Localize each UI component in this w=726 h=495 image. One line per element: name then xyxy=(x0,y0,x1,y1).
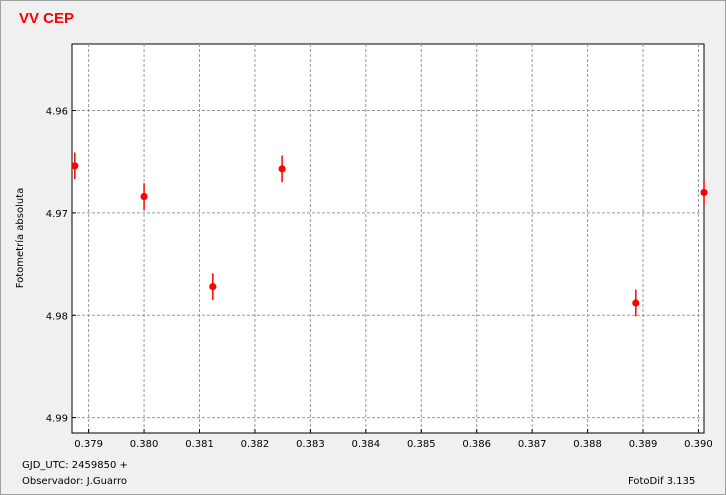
data-point xyxy=(632,299,640,307)
gjd-label: GJD_UTC: 2459850 + xyxy=(22,460,128,471)
x-axis-ticks: 0.379 0.380 0.381 0.382 0.383 0.384 0.385 0.386… xyxy=(74,439,712,450)
plot-area xyxy=(71,43,705,434)
data-point xyxy=(71,162,79,170)
x-tick-label: 0.388 xyxy=(573,439,602,450)
y-tick-label: 4.96 xyxy=(46,107,68,118)
y-tick-label: 4.99 xyxy=(46,414,68,425)
chart-window: VV CEP 4.96 4.97 4.98 4.99 0.379 0.380 0.381 0… xyxy=(0,0,726,495)
data-point xyxy=(140,192,148,201)
x-tick-label: 0.382 xyxy=(241,439,270,450)
x-tick-label: 0.383 xyxy=(296,439,325,450)
y-axis-label: Fotometría absoluta xyxy=(14,188,26,289)
x-tick-label: 0.380 xyxy=(130,439,159,450)
chart-canvas: 4.964.974.984.99 0.379 0.380 0.381 0.382 0.3… xyxy=(14,43,713,450)
x-tick-label: 0.379 xyxy=(74,439,103,450)
y-tick-label: 4.98 xyxy=(46,311,68,322)
x-tick-label: 0.381 xyxy=(185,439,214,450)
software-version: FotoDif 3.135 xyxy=(628,476,696,487)
data-point xyxy=(700,188,708,197)
observer-label: Observador: J.Guarro xyxy=(22,476,127,487)
y-axis-ticks: 4.96 4.97 4.98 4.99 xyxy=(46,107,68,425)
x-tick-label: 0.386 xyxy=(462,439,491,450)
data-point xyxy=(278,165,286,173)
x-tick-label: 0.390 xyxy=(684,439,713,450)
x-tick-label: 0.389 xyxy=(629,439,658,450)
y-tick-label: 4.97 xyxy=(46,209,68,220)
x-tick-label: 0.385 xyxy=(407,439,436,450)
data-point xyxy=(209,283,217,291)
x-tick-label: 0.384 xyxy=(352,439,381,450)
x-tick-label: 0.387 xyxy=(518,439,547,450)
